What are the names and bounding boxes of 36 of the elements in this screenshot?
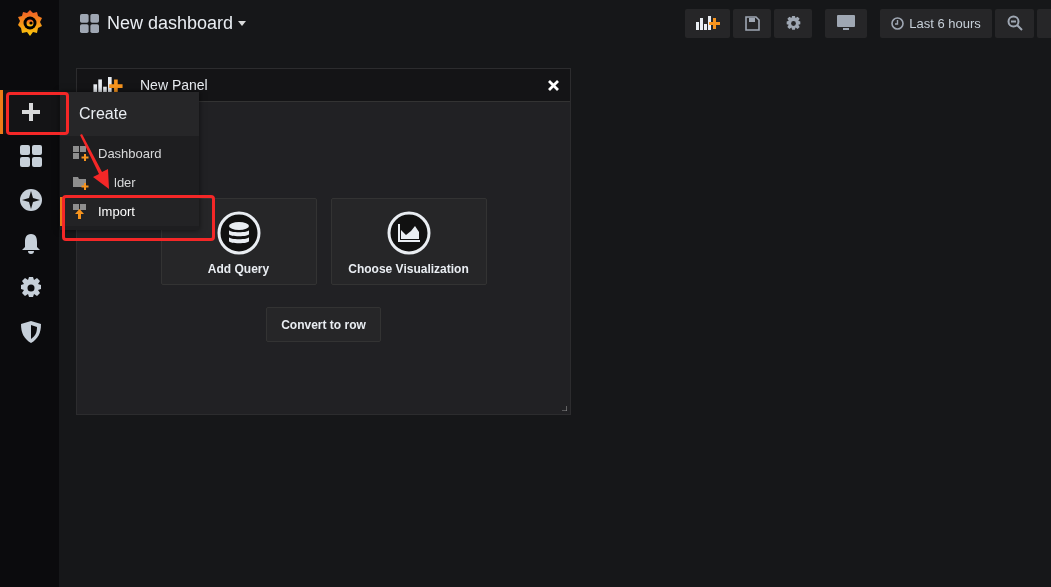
upload-icon [73, 204, 89, 219]
choose-visualization-button[interactable]: Choose Visualization [330, 198, 487, 285]
compass-icon [20, 189, 42, 211]
grid-plus-icon [73, 146, 89, 161]
menu-title: Create [60, 92, 199, 136]
tv-mode-button[interactable] [825, 8, 867, 38]
grid-icon [20, 145, 42, 167]
zoom-out-button[interactable] [995, 8, 1034, 38]
save-button[interactable] [733, 8, 771, 38]
bar-chart-plus-icon [695, 16, 720, 30]
bell-icon [21, 233, 41, 255]
caret-icon [238, 20, 247, 26]
time-range-button[interactable]: Last 6 hours [880, 8, 992, 38]
convert-to-row-button[interactable]: Convert to row [266, 307, 381, 342]
settings-button[interactable] [774, 8, 812, 38]
resize-handle-icon[interactable] [562, 406, 567, 411]
bar-chart-plus-icon [91, 76, 125, 94]
database-icon [216, 210, 261, 255]
dashboard-title[interactable]: New dashboard [107, 12, 247, 34]
settings-icon [785, 15, 801, 31]
highlight-frame [6, 92, 69, 135]
panel-title: New Panel [140, 77, 208, 93]
close-icon[interactable] [548, 79, 559, 91]
folder-plus-icon [73, 175, 89, 190]
menu-item[interactable]: Import [60, 197, 199, 226]
menu-item[interactable]: lder [60, 168, 199, 197]
area-chart-icon [386, 210, 431, 255]
plus-icon [21, 102, 41, 122]
shield-icon [21, 321, 41, 343]
menu-item[interactable]: Dashboard [60, 139, 199, 168]
clock-icon [891, 16, 905, 30]
monitor-icon [837, 15, 855, 31]
settings-icon [20, 277, 42, 299]
zoom-out-icon [1006, 15, 1023, 31]
dashboard-grid-icon [80, 13, 99, 33]
add-panel-button[interactable] [685, 8, 730, 38]
